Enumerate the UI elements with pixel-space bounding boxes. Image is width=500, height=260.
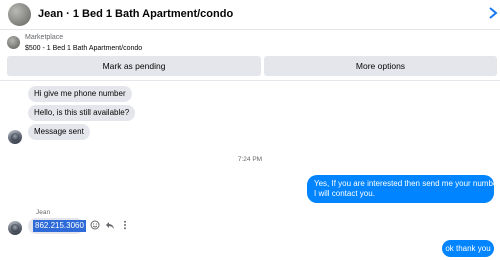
incoming-message[interactable]: Hi give me phone number	[28, 86, 132, 102]
outgoing-message[interactable]: ok thank you	[442, 240, 494, 257]
more-dots-icon[interactable]	[120, 220, 130, 230]
sender-avatar[interactable]	[8, 221, 22, 235]
marketplace-label: Marketplace	[25, 34, 64, 41]
incoming-message[interactable]: Hello, is this still available?	[28, 105, 136, 121]
sender-name: Jean	[36, 209, 51, 216]
sender-avatar[interactable]	[8, 130, 22, 144]
mark-as-pending-button[interactable]: Mark as pending	[7, 56, 261, 76]
listing-thumbnail	[7, 36, 20, 49]
conversation-header: Jean · 1 Bed 1 Bath Apartment/condo	[0, 0, 500, 30]
selected-phone-number[interactable]: 862.215.3060	[33, 220, 86, 232]
contact-avatar[interactable]	[8, 3, 31, 26]
outgoing-message-line: Yes, If you are interested then send me …	[314, 179, 500, 188]
more-options-button[interactable]: More options	[264, 56, 497, 76]
message-timestamp: 7:24 PM	[237, 156, 263, 163]
incoming-message[interactable]: Message sent	[28, 124, 90, 140]
smile-icon[interactable]	[90, 220, 100, 230]
divider	[0, 80, 500, 81]
outgoing-message-line: I will contact you.	[314, 189, 375, 198]
incoming-message[interactable]: 862.215.3060	[28, 218, 86, 234]
listing-description: $500 - 1 Bed 1 Bath Apartment/condo	[25, 45, 143, 52]
reply-icon[interactable]	[105, 220, 115, 230]
chevron-icon[interactable]	[488, 7, 498, 19]
outgoing-message[interactable]: Yes, If you are interested then send me …	[307, 175, 500, 203]
conversation-title[interactable]: Jean · 1 Bed 1 Bath Apartment/condo	[38, 8, 233, 20]
marketplace-listing[interactable]: Marketplace $500 - 1 Bed 1 Bath Apartmen…	[0, 31, 500, 56]
